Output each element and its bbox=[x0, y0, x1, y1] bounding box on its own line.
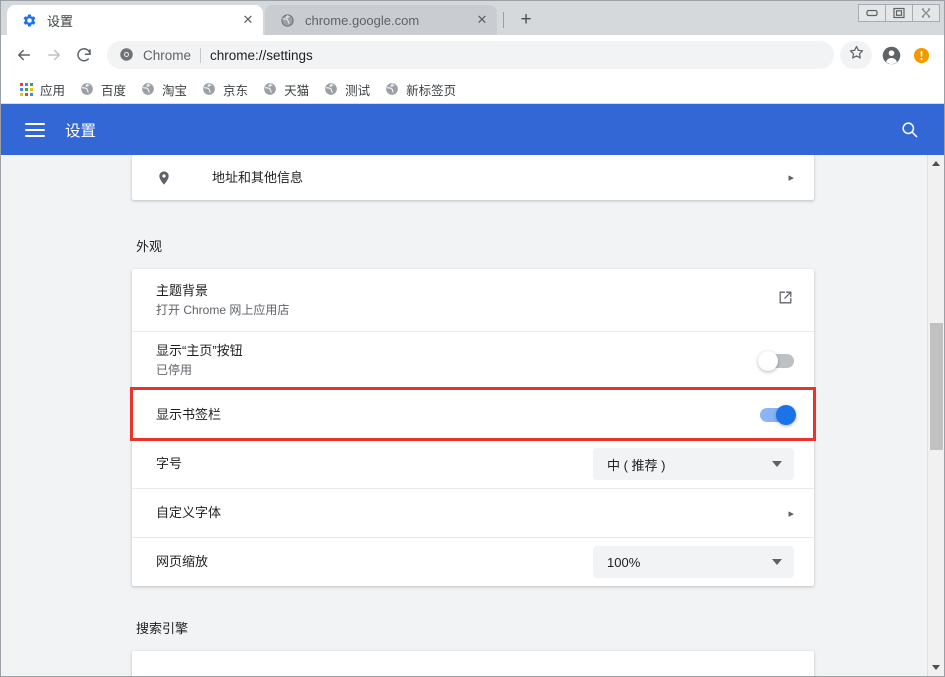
tab-title: 设置 bbox=[47, 11, 239, 30]
toggle-knob bbox=[758, 351, 778, 371]
security-chip-label: Chrome bbox=[143, 48, 191, 63]
search-icon[interactable] bbox=[896, 117, 922, 143]
bookmark-label: 天猫 bbox=[284, 80, 309, 99]
gear-icon bbox=[21, 12, 37, 28]
close-button[interactable] bbox=[912, 4, 940, 22]
globe-icon bbox=[323, 81, 339, 97]
scroll-up-button[interactable] bbox=[928, 155, 945, 172]
external-link-icon[interactable] bbox=[777, 289, 794, 311]
forward-icon[interactable] bbox=[39, 40, 69, 70]
scrollbar-track[interactable] bbox=[928, 172, 945, 659]
bookmark-label: 应用 bbox=[40, 80, 65, 99]
tab-close-button[interactable]: ✕ bbox=[473, 11, 491, 29]
chrome-logo-icon bbox=[119, 47, 135, 63]
bookmark-star-button[interactable] bbox=[840, 41, 872, 69]
chrome-menu-update-icon[interactable] bbox=[906, 40, 936, 70]
chevron-right-icon: ▸ bbox=[788, 507, 794, 520]
settings-row-label: 显示书签栏 bbox=[156, 407, 221, 422]
toggle-show-bookmarks-bar[interactable] bbox=[760, 408, 794, 422]
tab-strip: 设置 ✕ chrome.google.com ✕ + bbox=[1, 1, 944, 35]
toggle-show-home-button[interactable] bbox=[760, 354, 794, 368]
chevron-down-icon bbox=[772, 559, 782, 565]
settings-row-sublabel: 已停用 bbox=[156, 362, 760, 379]
chevron-down-icon bbox=[772, 461, 782, 467]
settings-content: 地址和其他信息 ▸ 外观 主题背景 打开 Chrome 网上应用店 bbox=[1, 155, 927, 676]
vertical-scrollbar[interactable] bbox=[927, 155, 944, 676]
globe-icon bbox=[384, 81, 400, 97]
bookmark-item-taobao[interactable]: 淘宝 bbox=[133, 77, 194, 102]
select-value: 100% bbox=[607, 555, 640, 570]
omnibox-divider bbox=[200, 48, 201, 63]
settings-header: 设置 bbox=[1, 104, 944, 155]
apps-grid-icon bbox=[18, 81, 34, 97]
maximize-button[interactable] bbox=[885, 4, 913, 22]
globe-icon bbox=[140, 81, 156, 97]
tab-title: chrome.google.com bbox=[305, 13, 473, 28]
bookmark-item-apps[interactable]: 应用 bbox=[11, 77, 72, 102]
minimize-button[interactable] bbox=[858, 4, 886, 22]
settings-row-show-bookmarks-bar[interactable]: 显示书签栏 bbox=[132, 389, 814, 439]
browser-window: 设置 ✕ chrome.google.com ✕ + bbox=[0, 0, 945, 677]
window-controls bbox=[859, 4, 940, 22]
bookmarks-bar: 应用 百度 淘宝 京东 天猫 bbox=[1, 75, 944, 104]
search-engine-card bbox=[132, 651, 814, 676]
bookmark-item-test[interactable]: 测试 bbox=[316, 77, 377, 102]
settings-row-addresses[interactable]: 地址和其他信息 ▸ bbox=[132, 155, 814, 200]
section-title-appearance: 外观 bbox=[136, 236, 927, 255]
settings-row-customize-fonts[interactable]: 自定义字体 ▸ bbox=[132, 488, 814, 537]
settings-row-page-zoom[interactable]: 网页缩放 100% bbox=[132, 537, 814, 586]
toggle-knob bbox=[776, 405, 796, 425]
select-font-size[interactable]: 中 ( 推荐 ) bbox=[593, 448, 794, 480]
settings-row-sublabel: 打开 Chrome 网上应用店 bbox=[156, 302, 777, 319]
reload-icon[interactable] bbox=[69, 40, 99, 70]
profile-avatar[interactable] bbox=[876, 40, 906, 70]
select-value: 中 ( 推荐 ) bbox=[607, 455, 666, 474]
star-icon bbox=[848, 44, 865, 66]
section-title-search-engine: 搜索引擎 bbox=[136, 618, 927, 637]
globe-icon bbox=[79, 81, 95, 97]
settings-row-themes[interactable]: 主题背景 打开 Chrome 网上应用店 bbox=[132, 269, 814, 331]
chevron-right-icon: ▸ bbox=[788, 171, 794, 184]
url-text: chrome://settings bbox=[210, 48, 313, 63]
browser-toolbar: Chrome chrome://settings bbox=[1, 35, 944, 75]
scrollbar-thumb[interactable] bbox=[930, 323, 943, 450]
settings-row-label: 字号 bbox=[156, 456, 182, 471]
tab-settings[interactable]: 设置 ✕ bbox=[7, 5, 263, 35]
bookmark-label: 百度 bbox=[101, 80, 126, 99]
menu-icon[interactable] bbox=[25, 123, 45, 137]
bookmark-item-tmall[interactable]: 天猫 bbox=[255, 77, 316, 102]
settings-row-show-home-button[interactable]: 显示“主页”按钮 已停用 bbox=[132, 331, 814, 389]
settings-row-font-size[interactable]: 字号 中 ( 推荐 ) bbox=[132, 439, 814, 488]
address-bar[interactable]: Chrome chrome://settings bbox=[107, 41, 834, 69]
settings-row-label: 网页缩放 bbox=[156, 554, 208, 569]
settings-row-label: 自定义字体 bbox=[156, 505, 221, 520]
location-pin-icon bbox=[156, 170, 176, 186]
tab-close-button[interactable]: ✕ bbox=[239, 11, 257, 29]
bookmark-item-baidu[interactable]: 百度 bbox=[72, 77, 133, 102]
content-wrapper: 地址和其他信息 ▸ 外观 主题背景 打开 Chrome 网上应用店 bbox=[1, 155, 944, 676]
globe-icon bbox=[201, 81, 217, 97]
bookmark-label: 新标签页 bbox=[406, 80, 456, 99]
back-icon[interactable] bbox=[9, 40, 39, 70]
bookmark-item-jd[interactable]: 京东 bbox=[194, 77, 255, 102]
settings-row-label: 显示“主页”按钮 bbox=[156, 343, 243, 358]
tab-chrome-google-com[interactable]: chrome.google.com ✕ bbox=[265, 5, 497, 35]
bookmark-label: 淘宝 bbox=[162, 80, 187, 99]
settings-row-label: 主题背景 bbox=[156, 283, 208, 298]
scroll-down-button[interactable] bbox=[928, 659, 945, 676]
select-page-zoom[interactable]: 100% bbox=[593, 546, 794, 578]
globe-icon bbox=[279, 12, 295, 28]
bookmark-label: 测试 bbox=[345, 80, 370, 99]
bookmark-label: 京东 bbox=[223, 80, 248, 99]
appearance-card: 主题背景 打开 Chrome 网上应用店 显示“主页”按钮 已停用 bbox=[132, 269, 814, 586]
new-tab-button[interactable]: + bbox=[513, 7, 539, 33]
settings-row-label: 地址和其他信息 bbox=[212, 170, 303, 185]
page-title: 设置 bbox=[65, 119, 896, 141]
globe-icon bbox=[262, 81, 278, 97]
autofill-card: 地址和其他信息 ▸ bbox=[132, 155, 814, 200]
bookmark-item-new-tab-page[interactable]: 新标签页 bbox=[377, 77, 463, 102]
tab-divider bbox=[503, 12, 504, 28]
